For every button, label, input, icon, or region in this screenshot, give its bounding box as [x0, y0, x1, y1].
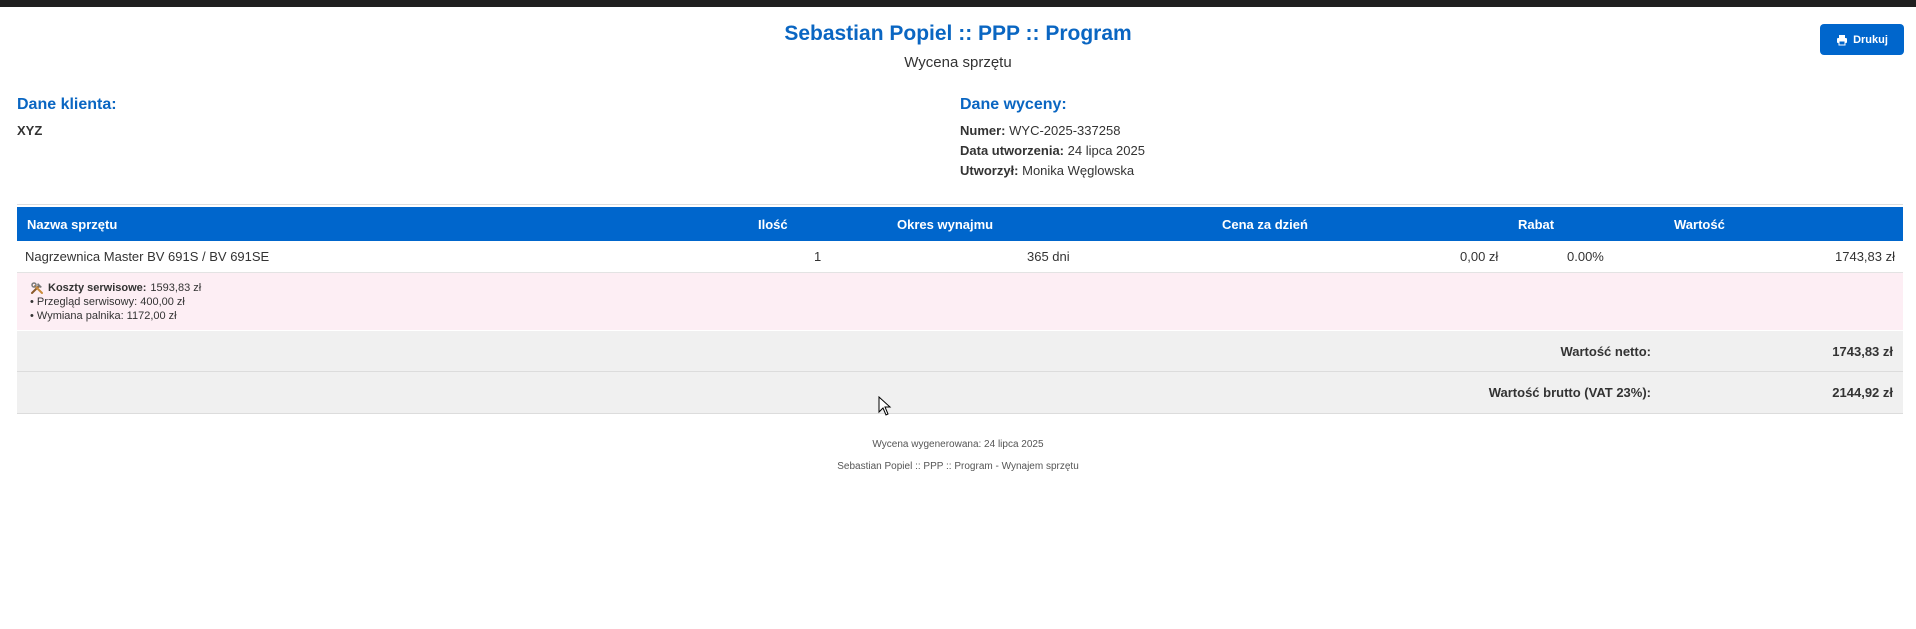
- client-heading: Dane klienta:: [17, 96, 117, 113]
- net-total-label: Wartość netto:: [1560, 344, 1651, 359]
- quote-created: Data utworzenia: 24 lipca 2025: [960, 143, 1145, 158]
- mouse-cursor-icon: [878, 396, 892, 416]
- quote-author-value: Monika Węglowska: [1022, 163, 1135, 178]
- service-item: • Przegląd serwisowy: 400,00 zł: [30, 296, 185, 308]
- service-costs-head: Koszty serwisowe: 1593,83 zł: [30, 281, 1903, 295]
- gross-total-row: Wartość brutto (VAT 23%): 2144,92 zł: [17, 372, 1903, 414]
- page-title: Sebastian Popiel :: PPP :: Program: [784, 22, 1132, 45]
- gross-total-label: Wartość brutto (VAT 23%):: [1488, 385, 1651, 400]
- col-header-value: Wartość: [1674, 217, 1725, 232]
- cell-name: Nagrzewnica Master BV 691S / BV 691SE: [25, 249, 270, 264]
- col-header-name: Nazwa sprzętu: [27, 217, 118, 232]
- service-costs-total: 1593,83 zł: [150, 282, 202, 294]
- cell-qty: 1: [814, 249, 822, 264]
- table-header: Nazwa sprzętu Ilość Okres wynajmu Cena z…: [17, 207, 1903, 241]
- service-item: • Wymiana palnika: 1172,00 zł: [30, 310, 177, 322]
- page-subtitle: Wycena sprzętu: [904, 54, 1012, 71]
- quote-author: Utworzył: Monika Węglowska: [960, 163, 1134, 178]
- footer-generated: Wycena wygenerowana: 24 lipca 2025: [872, 439, 1044, 450]
- quote-author-label: Utworzył:: [960, 163, 1019, 178]
- cell-period: 365 dni: [1027, 249, 1070, 264]
- table-row: Nagrzewnica Master BV 691S / BV 691SE 1 …: [17, 241, 1903, 273]
- col-header-discount: Rabat: [1518, 217, 1555, 232]
- col-header-price: Cena za dzień: [1222, 217, 1308, 232]
- col-header-period: Okres wynajmu: [897, 217, 994, 232]
- quote-created-label: Data utworzenia:: [960, 143, 1065, 158]
- quote-number: Numer: WYC-2025-337258: [960, 123, 1120, 138]
- service-costs-label: Koszty serwisowe:: [48, 282, 147, 294]
- top-bar: [0, 0, 1916, 7]
- quote-number-label: Numer:: [960, 123, 1006, 138]
- cell-price: 0,00 zł: [1460, 249, 1499, 264]
- section-divider: [17, 204, 1903, 205]
- cell-value: 1743,83 zł: [1835, 249, 1895, 264]
- net-total-row: Wartość netto: 1743,83 zł: [17, 331, 1903, 372]
- client-name: XYZ: [17, 123, 43, 138]
- tools-icon: [31, 281, 43, 294]
- gross-total-value: 2144,92 zł: [1832, 385, 1893, 400]
- quote-number-value: WYC-2025-337258: [1009, 123, 1121, 138]
- footer-credit: Sebastian Popiel :: PPP :: Program - Wyn…: [837, 461, 1079, 472]
- service-costs: Koszty serwisowe: 1593,83 zł • Przegląd …: [17, 273, 1903, 330]
- col-header-qty: Ilość: [758, 217, 788, 232]
- cell-discount: 0.00%: [1567, 249, 1604, 264]
- quote-created-value: 24 lipca 2025: [1067, 143, 1145, 158]
- net-total-value: 1743,83 zł: [1832, 344, 1893, 359]
- quote-heading: Dane wyceny:: [960, 96, 1067, 113]
